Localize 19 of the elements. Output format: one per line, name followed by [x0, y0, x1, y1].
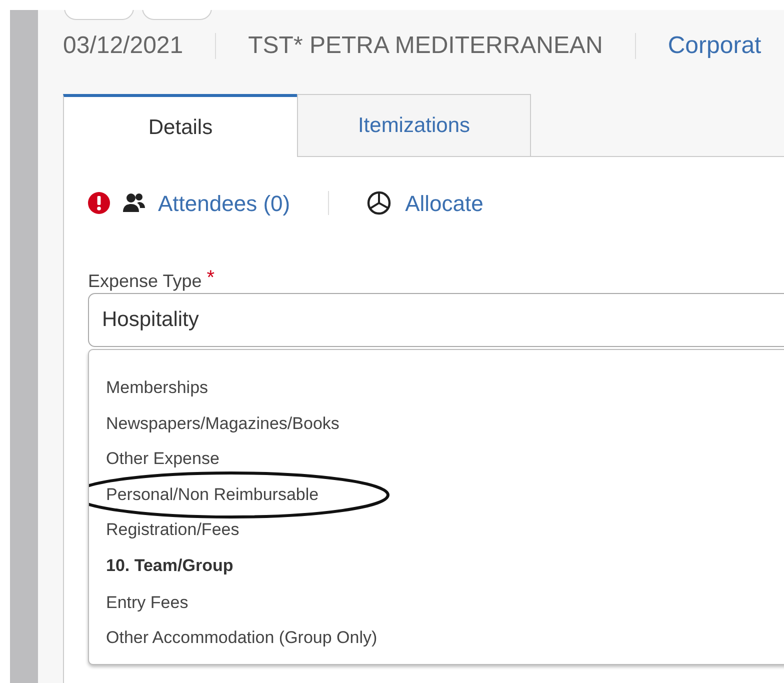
- dropdown-option[interactable]: Other Expense: [106, 446, 220, 472]
- expense-type-field[interactable]: Hospitality: [88, 293, 784, 347]
- group-header: 10. Team/Group: [106, 555, 234, 578]
- dropdown-option[interactable]: Memberships: [106, 375, 208, 400]
- attendees-link[interactable]: Attendees (0): [158, 186, 290, 220]
- tab[interactable]: Itemizations: [297, 94, 531, 157]
- required-icon: *: [206, 268, 215, 288]
- dropdown-option[interactable]: Registration/Fees: [106, 517, 240, 542]
- merchant-name: TST* PETRA MEDITERRANEAN: [248, 31, 603, 61]
- expense-date: 03/12/2021: [63, 31, 184, 61]
- dropdown-option[interactable]: Other Accommodation (Group Only): [106, 625, 378, 650]
- field-label: Expense Type: [88, 270, 202, 293]
- payment-type-link[interactable]: Corporat: [668, 28, 762, 64]
- tab[interactable]: Details: [63, 94, 297, 158]
- dropdown-option[interactable]: Entry Fees: [106, 590, 188, 615]
- people-icon: [122, 192, 146, 214]
- dropdown-option[interactable]: Newspapers/Magazines/Books: [106, 410, 340, 436]
- allocate-link[interactable]: Allocate: [405, 186, 484, 220]
- pie-chart-icon: [367, 191, 392, 215]
